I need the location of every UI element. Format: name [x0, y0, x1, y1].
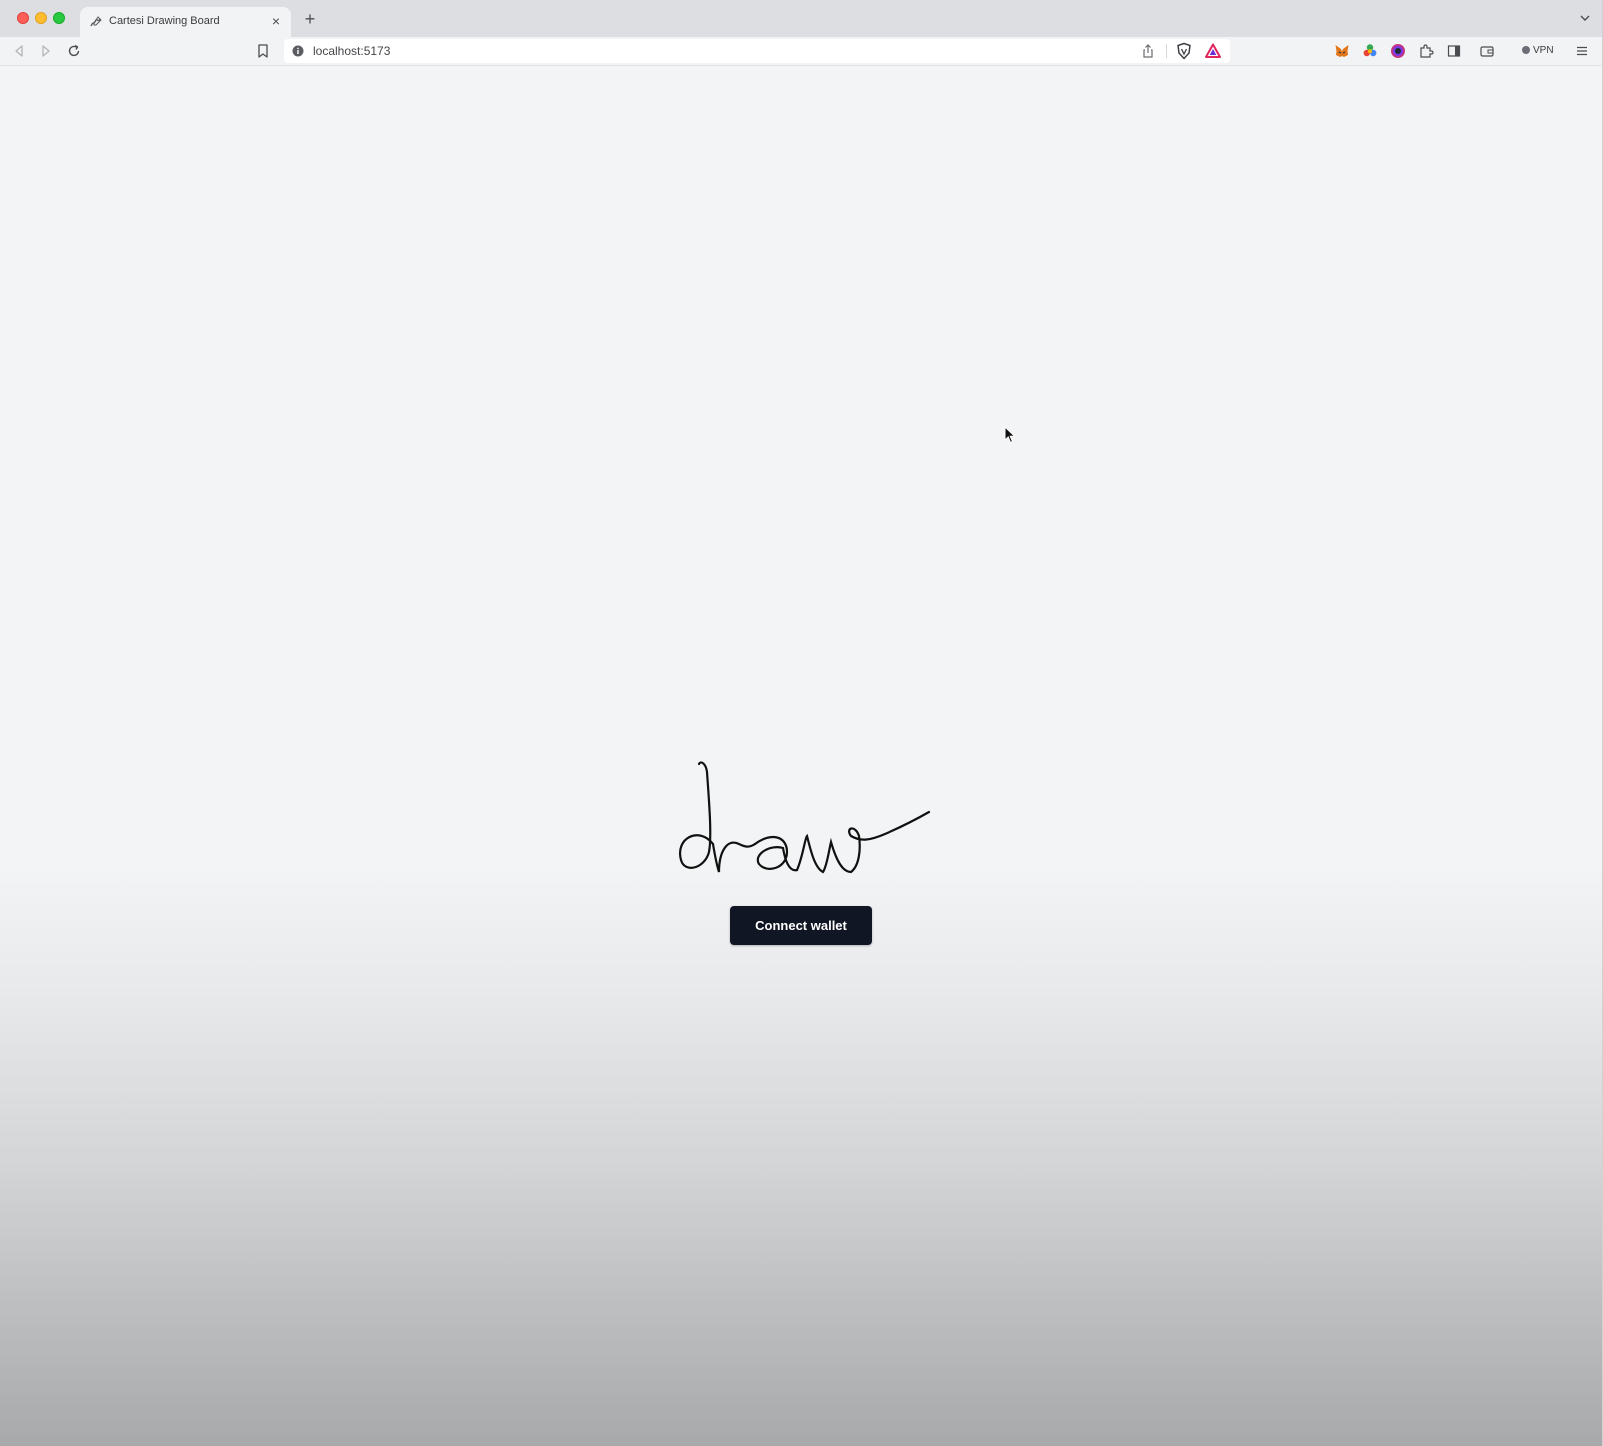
brave-rewards-icon[interactable] — [1204, 42, 1222, 60]
vpn-button[interactable]: VPN — [1516, 40, 1564, 62]
mouse-cursor-icon — [1004, 426, 1016, 444]
forward-icon[interactable] — [38, 43, 54, 59]
extension-circle-icon[interactable] — [1390, 43, 1406, 59]
chevron-down-icon[interactable] — [1578, 11, 1592, 25]
close-window-button[interactable] — [17, 12, 29, 24]
reload-icon[interactable] — [66, 43, 82, 59]
connect-wallet-button[interactable]: Connect wallet — [730, 906, 872, 945]
minimize-window-button[interactable] — [35, 12, 47, 24]
new-tab-button[interactable]: + — [300, 9, 320, 29]
fullscreen-window-button[interactable] — [53, 12, 65, 24]
tab-close-button[interactable]: × — [268, 13, 284, 29]
extension-color-icon[interactable] — [1362, 43, 1378, 59]
vpn-label: VPN — [1533, 45, 1554, 56]
bookmark-icon[interactable] — [255, 43, 271, 59]
wallet-icon[interactable] — [1479, 43, 1495, 59]
address-bar-divider — [1166, 44, 1167, 58]
metamask-icon[interactable] — [1334, 43, 1350, 59]
browser-toolbar: localhost:5173 VPN — [0, 37, 1602, 66]
tab-strip: Cartesi Drawing Board × + — [0, 0, 1602, 37]
brave-shields-icon[interactable] — [1175, 42, 1193, 60]
share-icon[interactable] — [1140, 43, 1156, 59]
page-content: draw Connect wallet — [0, 66, 1602, 1446]
back-icon[interactable] — [11, 43, 27, 59]
vpn-status-icon — [1522, 46, 1530, 54]
site-info-icon[interactable] — [292, 45, 304, 57]
pen-scribble-icon — [90, 16, 102, 27]
draw-logo: draw — [678, 761, 931, 874]
sidebar-icon[interactable] — [1446, 43, 1462, 59]
menu-icon[interactable] — [1574, 43, 1590, 59]
address-bar[interactable]: localhost:5173 — [284, 39, 1230, 63]
tab-cartesi-drawing-board[interactable]: Cartesi Drawing Board × — [80, 7, 291, 37]
url-text[interactable]: localhost:5173 — [313, 44, 390, 58]
tab-title: Cartesi Drawing Board — [109, 15, 220, 27]
browser-window: Cartesi Drawing Board × + localhost:5173… — [0, 0, 1603, 1446]
extensions-puzzle-icon[interactable] — [1418, 43, 1434, 59]
